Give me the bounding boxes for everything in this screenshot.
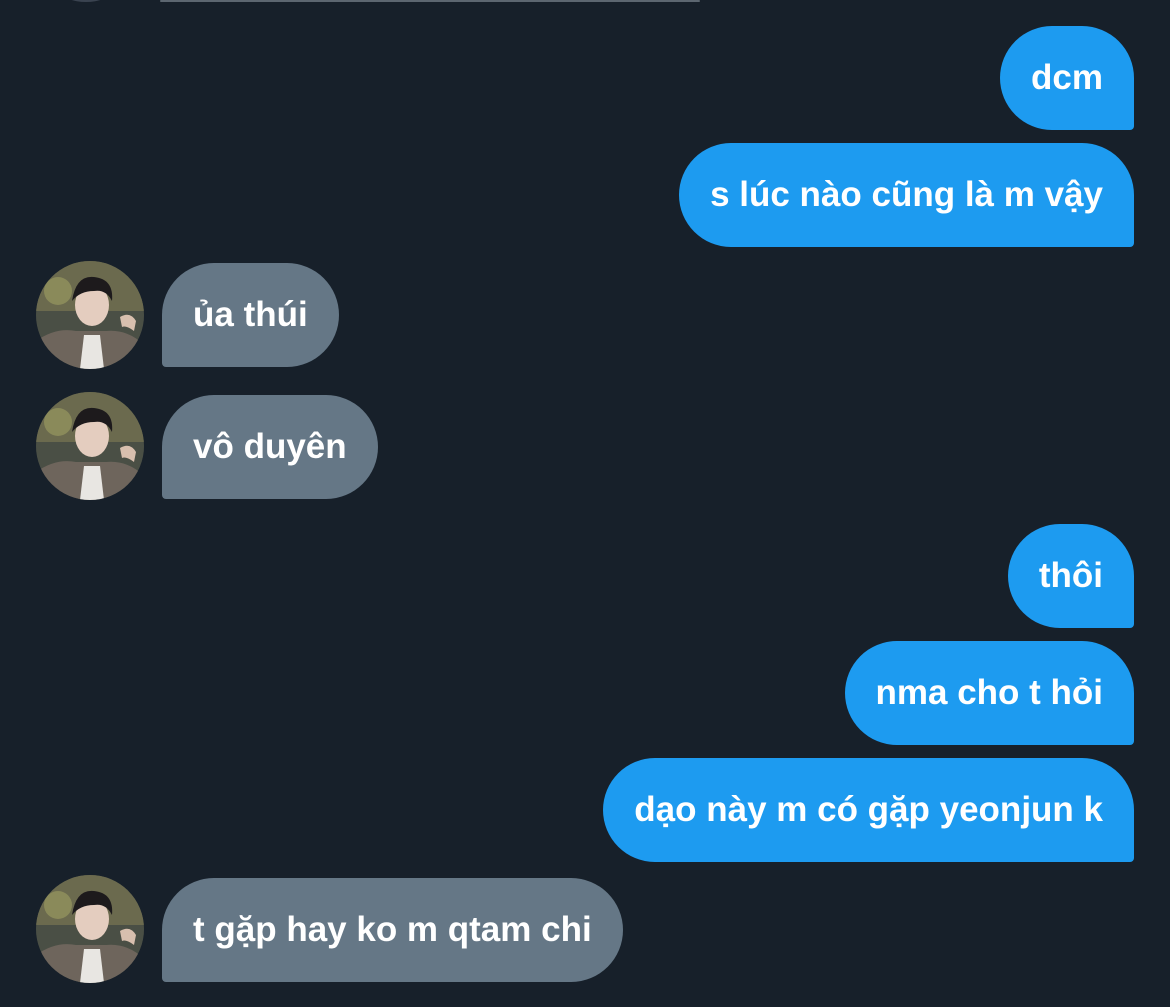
message-bubble-received[interactable]: t gặp hay ko m qtam chi (162, 878, 623, 982)
avatar-photo-icon (36, 261, 144, 369)
message-bubble-sent[interactable]: thôi (1007, 524, 1134, 628)
message-bubble-sent[interactable]: s lúc nào cũng là m vậy (679, 143, 1134, 247)
avatar-photo-icon (36, 392, 144, 500)
message-bubble-sent[interactable]: dcm (1000, 26, 1134, 130)
message-bubble-sent[interactable]: dạo này m có gặp yeonjun k (603, 758, 1134, 862)
message-bubble-sent[interactable]: nma cho t hỏi (844, 641, 1134, 745)
message-bubble-received[interactable]: ủa thúi (162, 263, 339, 367)
avatar (62, 0, 110, 2)
contact-avatar[interactable] (36, 261, 144, 369)
contact-avatar[interactable] (36, 392, 144, 500)
contact-avatar[interactable] (36, 875, 144, 983)
previous-message-remnant (0, 0, 1170, 6)
message-bubble-received[interactable]: vô duyên (162, 395, 378, 499)
avatar-photo-icon (36, 875, 144, 983)
previous-bubble-edge (160, 0, 700, 2)
